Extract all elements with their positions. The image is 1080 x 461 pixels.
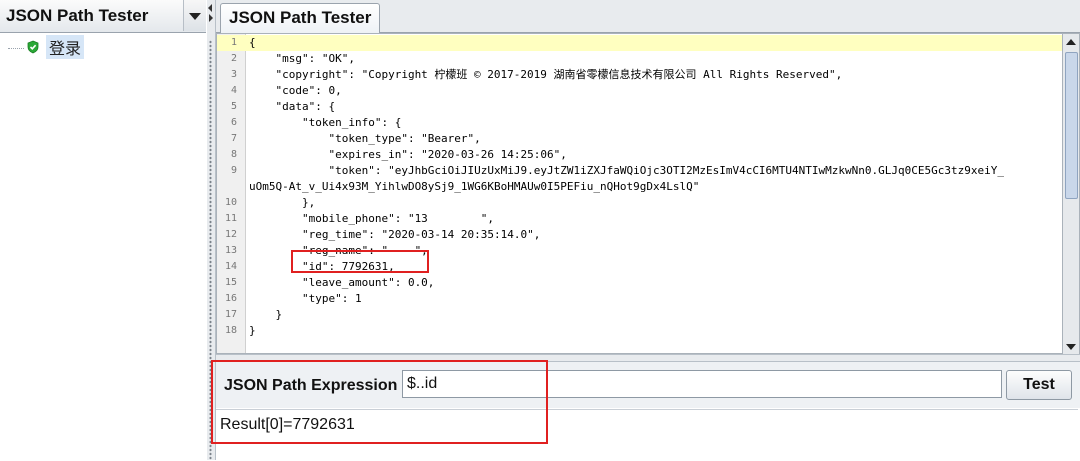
code-line: 6 "token_info": {	[217, 115, 1063, 131]
code-text: "type": 1	[249, 292, 362, 305]
code-line: 7 "token_type": "Bearer",	[217, 131, 1063, 147]
code-line: 9 "token": "eyJhbGciOiJIUzUxMiJ9.eyJtZW1…	[217, 163, 1063, 179]
line-number: 18	[224, 325, 237, 336]
line-number: 9	[230, 165, 237, 176]
code-line: 11 "mobile_phone": "13 ",	[217, 211, 1063, 227]
line-number: 1	[230, 37, 237, 48]
code-text: }	[249, 324, 256, 337]
scroll-down-icon[interactable]	[1066, 344, 1076, 350]
code-line: 16 "type": 1	[217, 291, 1063, 307]
code-text: "msg": "OK",	[249, 52, 355, 65]
line-number: 2	[230, 53, 237, 64]
line-number: 8	[230, 149, 237, 160]
scroll-up-icon[interactable]	[1066, 39, 1076, 45]
expression-row: JSON Path Expression Test	[216, 362, 1080, 408]
code-line: 2 "msg": "OK",	[217, 51, 1063, 67]
line-number: 14	[224, 261, 237, 272]
code-line: 12 "reg_time": "2020-03-14 20:35:14.0",	[217, 227, 1063, 243]
code-line: 5 "data": {	[217, 99, 1063, 115]
code-line: 14 "id": 7792631,	[217, 259, 1063, 275]
component-selector[interactable]: JSON Path Tester	[0, 0, 206, 33]
line-number: 12	[224, 229, 237, 240]
line-number: 5	[230, 101, 237, 112]
tab-bar: JSON Path Tester	[216, 0, 1080, 33]
response-editor[interactable]: 1{2 "msg": "OK", 3 "copyright": "Copyrigh…	[216, 33, 1064, 354]
test-button[interactable]: Test	[1006, 370, 1072, 400]
code-line: 8 "expires_in": "2020-03-26 14:25:06",	[217, 147, 1063, 163]
component-selector-value: JSON Path Tester	[6, 6, 149, 25]
check-shield-icon	[27, 40, 39, 54]
tab-label: JSON Path Tester	[229, 8, 372, 27]
dropdown-arrow-icon[interactable]	[183, 0, 206, 31]
code-text: "token": "eyJhbGciOiJIUzUxMiJ9.eyJtZW1iZ…	[249, 164, 1004, 177]
code-line: 18}	[217, 323, 1063, 339]
code-text: "reg_name": " ",	[249, 244, 428, 257]
test-plan-panel: JSON Path Tester 登录	[0, 0, 208, 460]
code-text: "mobile_phone": "13 ",	[249, 212, 495, 225]
line-number: 10	[224, 197, 237, 208]
code-text: uOm5Q-At_v_Ui4x93M_YihlwDO8ySj9_1WG6KBoH…	[249, 180, 700, 193]
code-text: "data": {	[249, 100, 336, 113]
code-text: "leave_amount": 0.0,	[249, 276, 435, 289]
code-text: "reg_time": "2020-03-14 20:35:14.0",	[249, 228, 541, 241]
collapse-left-icon[interactable]	[208, 4, 212, 12]
line-number: 7	[230, 133, 237, 144]
tree-item-login[interactable]: 登录	[8, 35, 85, 59]
tree-item-label: 登录	[46, 35, 85, 59]
result-text: Result[0]=7792631	[220, 416, 355, 433]
horizontal-splitter[interactable]	[216, 354, 1080, 362]
code-line: 3 "copyright": "Copyright 柠檬班 © 2017-201…	[217, 67, 1063, 83]
code-text: "expires_in": "2020-03-26 14:25:06",	[249, 148, 567, 161]
scrollbar-thumb[interactable]	[1065, 52, 1078, 199]
code-line: 1{	[217, 35, 1063, 51]
result-area[interactable]: Result[0]=7792631	[216, 409, 1078, 461]
code-line: 10 },	[217, 195, 1063, 211]
splitter-grip	[209, 40, 212, 460]
line-number: 15	[224, 277, 237, 288]
line-number: 11	[224, 213, 237, 224]
line-number: 3	[230, 69, 237, 80]
code-text: },	[249, 196, 316, 209]
code-line: 4 "code": 0,	[217, 83, 1063, 99]
tree-connector	[8, 47, 24, 49]
expression-input[interactable]	[402, 370, 1002, 398]
code-line: 13 "reg_name": " ",	[217, 243, 1063, 259]
code-text: "copyright": "Copyright 柠檬班 © 2017-2019 …	[249, 68, 843, 81]
vertical-splitter[interactable]	[207, 0, 216, 460]
code-line: 15 "leave_amount": 0.0,	[217, 275, 1063, 291]
editor-scrollbar[interactable]	[1062, 33, 1080, 356]
expand-right-icon[interactable]	[209, 14, 213, 22]
code-text: {	[249, 36, 256, 49]
tab-json-path-tester[interactable]: JSON Path Tester	[220, 3, 381, 33]
code-text: }	[249, 308, 283, 321]
code-line: 17 }	[217, 307, 1063, 323]
code-text: "token_type": "Bearer",	[249, 132, 481, 145]
expression-label: JSON Path Expression	[224, 377, 398, 394]
line-number: 4	[230, 85, 237, 96]
code-text: "id": 7792631,	[249, 260, 395, 273]
line-number: 17	[224, 309, 237, 320]
line-number: 6	[230, 117, 237, 128]
line-number: 13	[224, 245, 237, 256]
code-text: "code": 0,	[249, 84, 342, 97]
code-line: uOm5Q-At_v_Ui4x93M_YihlwDO8ySj9_1WG6KBoH…	[217, 179, 1063, 195]
line-number: 16	[224, 293, 237, 304]
code-text: "token_info": {	[249, 116, 402, 129]
